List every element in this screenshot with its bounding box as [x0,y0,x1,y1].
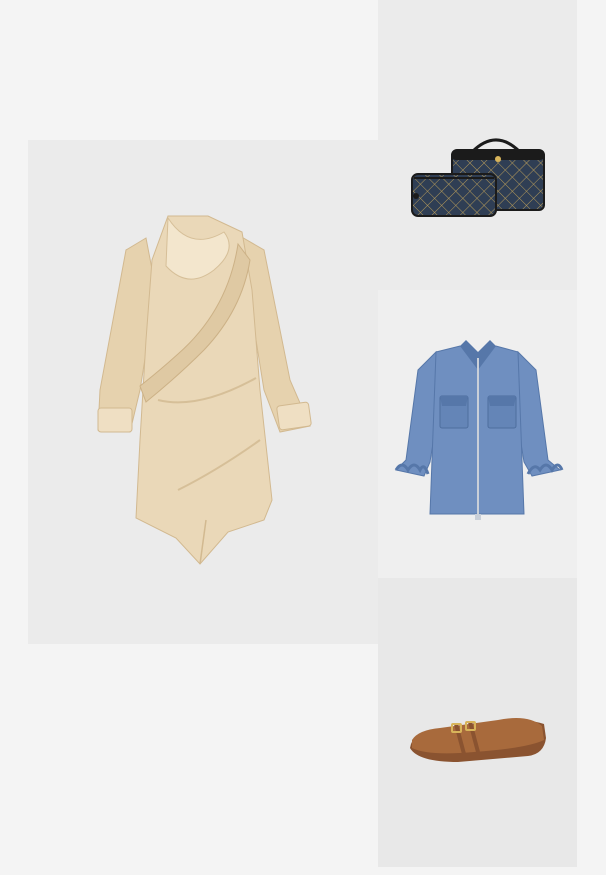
quilted-vanity-cases-image [411,138,545,217]
denim-zip-jacket-image [394,340,564,520]
product-tile-dress[interactable] [28,140,378,644]
product-tile-denim-jacket[interactable] [378,290,577,578]
suede-ballet-flat-image [410,718,546,762]
draped-satin-dress-image [97,215,312,565]
product-tile-ballet-flats[interactable] [378,578,577,867]
product-tile-vanity-cases[interactable] [378,0,577,290]
